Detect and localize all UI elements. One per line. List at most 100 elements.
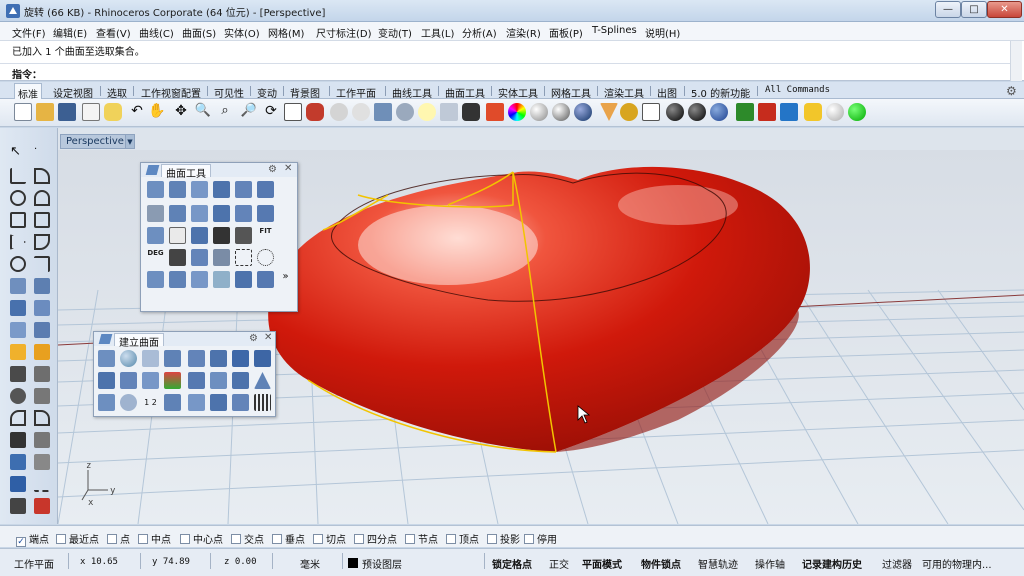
material-icon[interactable]	[486, 103, 504, 121]
tab-curve-tools[interactable]: 曲线工具	[389, 83, 435, 100]
arch-icon[interactable]	[210, 394, 227, 411]
select-icon[interactable]	[330, 103, 348, 121]
cone-icon[interactable]	[254, 372, 271, 389]
rotate-view-icon[interactable]: ⟳	[262, 103, 280, 121]
move-cross-icon[interactable]: ✥	[172, 103, 190, 121]
panel-close-icon[interactable]: ✕	[284, 163, 292, 174]
extrude-curve-icon[interactable]	[98, 372, 115, 389]
gumball-icon[interactable]	[34, 498, 50, 514]
text-icon[interactable]	[10, 432, 26, 448]
help-icon[interactable]	[710, 103, 728, 121]
select-arrow-icon[interactable]: ↖	[10, 144, 26, 160]
render-preview-icon[interactable]	[552, 103, 570, 121]
save-icon[interactable]	[58, 103, 76, 121]
brush-icon[interactable]	[600, 103, 618, 121]
status-filter[interactable]: 过滤器	[882, 556, 912, 571]
menu-mesh[interactable]: 网格(M)	[268, 25, 304, 40]
tab-cplanes[interactable]: 工作平面	[333, 83, 379, 100]
status-osnap[interactable]: 物件锁点	[641, 556, 681, 571]
panel-header[interactable]: 建立曲面 ⚙ ✕	[94, 332, 275, 349]
menu-transform[interactable]: 变动(T)	[378, 25, 412, 40]
status-planar[interactable]: 平面模式	[582, 556, 622, 571]
zoom-extents-icon[interactable]: 🔎	[240, 103, 258, 121]
sweep-1-2-icon[interactable]: 1 2	[142, 394, 159, 411]
pan-hand-icon[interactable]: ✋	[148, 103, 166, 121]
project-icon[interactable]	[34, 476, 50, 492]
black-sphere-2-icon[interactable]	[688, 103, 706, 121]
menu-dimension[interactable]: 尺寸标注(D)	[316, 25, 372, 40]
gear-settings-icon[interactable]	[440, 103, 458, 121]
torus-icon[interactable]	[120, 394, 137, 411]
curve-icon[interactable]	[34, 168, 50, 184]
cylinder-icon[interactable]	[10, 322, 26, 338]
zoom-icon[interactable]: 🔍	[194, 103, 212, 121]
new-file-icon[interactable]	[14, 103, 32, 121]
point-grid-icon[interactable]	[254, 394, 271, 411]
checkbox[interactable]	[354, 534, 364, 544]
status-record-history[interactable]: 记录建构历史	[802, 556, 862, 571]
viewport-title-tab[interactable]: Perspective	[60, 134, 126, 149]
array-icon[interactable]	[10, 454, 26, 470]
menu-tools[interactable]: 工具(L)	[421, 25, 454, 40]
status-gumball[interactable]: 操作轴	[755, 556, 785, 571]
menu-edit[interactable]: 编辑(E)	[53, 25, 87, 40]
sweep-2-icon[interactable]	[232, 372, 249, 389]
blend-surface-icon[interactable]	[98, 394, 115, 411]
loft-icon[interactable]	[34, 278, 50, 294]
circle-icon[interactable]	[10, 190, 26, 206]
osnap-endpoint[interactable]: ✓ 端点	[16, 531, 49, 547]
vertical-plane-icon[interactable]	[254, 350, 271, 367]
viewport-menu-arrow-icon[interactable]: ▼	[125, 134, 135, 149]
surface-tool-icon[interactable]	[235, 249, 252, 266]
checkbox[interactable]	[487, 534, 497, 544]
menu-panels[interactable]: 面板(P)	[549, 25, 583, 40]
layer-color-swatch[interactable]	[348, 558, 358, 568]
menu-surface[interactable]: 曲面(S)	[182, 25, 216, 40]
network-surface-icon[interactable]	[164, 350, 181, 367]
surface-tool-icon[interactable]	[213, 249, 230, 266]
panel-header[interactable]: 曲面工具 ⚙ ✕	[141, 163, 297, 180]
funnel-icon[interactable]	[188, 394, 205, 411]
green-plugin-icon[interactable]	[736, 103, 754, 121]
status-layer[interactable]: 预设图层	[362, 556, 402, 571]
osnap-disable[interactable]: 停用	[524, 531, 557, 546]
curve-network-icon[interactable]	[164, 394, 181, 411]
car-icon[interactable]	[306, 103, 324, 121]
tab-background-bitmap[interactable]: 背景图	[287, 83, 323, 100]
surface-tool-icon[interactable]	[147, 271, 164, 288]
extrude-icon[interactable]	[34, 300, 50, 316]
surface-from-points-icon[interactable]	[10, 278, 26, 294]
extend-curve-icon[interactable]	[34, 256, 50, 272]
surface-tool-icon[interactable]	[235, 181, 252, 198]
osnap-vertex[interactable]: 顶点	[446, 531, 479, 546]
status-ortho[interactable]: 正交	[549, 556, 569, 571]
osnap-midpoint[interactable]: 中点	[138, 531, 171, 546]
osnap-perpendicular[interactable]: 垂点	[272, 531, 305, 546]
checkbox[interactable]	[107, 534, 117, 544]
edge-surface-icon[interactable]	[210, 350, 227, 367]
four-viewports-icon[interactable]	[284, 103, 302, 121]
surface-tool-icon[interactable]	[257, 249, 274, 266]
menu-tsplines[interactable]: T-Splines	[592, 25, 637, 36]
degree-icon[interactable]: DEG	[147, 249, 164, 266]
polyline-icon[interactable]	[10, 168, 26, 184]
named-view-icon[interactable]	[374, 103, 392, 121]
rectangle-icon[interactable]	[34, 212, 50, 228]
open-folder-icon[interactable]	[36, 103, 54, 121]
surface-tool-icon[interactable]	[169, 181, 186, 198]
menu-analyze[interactable]: 分析(A)	[462, 25, 497, 40]
surface-tool-icon[interactable]	[191, 181, 208, 198]
surface-tool-icon[interactable]	[213, 181, 230, 198]
surface-tool-icon[interactable]	[147, 181, 164, 198]
tab-set-view[interactable]: 设定视图	[50, 83, 96, 100]
surface-tool-icon[interactable]	[213, 227, 230, 244]
color-wheel-icon[interactable]	[508, 103, 526, 121]
surface-tool-icon[interactable]	[235, 227, 252, 244]
osnap-tangent[interactable]: 切点	[313, 531, 346, 546]
rhino-app-icon[interactable]	[6, 4, 20, 18]
sphere-surface-icon[interactable]	[120, 350, 137, 367]
menu-solid[interactable]: 实体(O)	[224, 25, 260, 40]
checkbox-checked[interactable]: ✓	[16, 537, 26, 547]
patch-icon[interactable]	[142, 350, 159, 367]
status-units[interactable]: 毫米	[300, 556, 320, 571]
